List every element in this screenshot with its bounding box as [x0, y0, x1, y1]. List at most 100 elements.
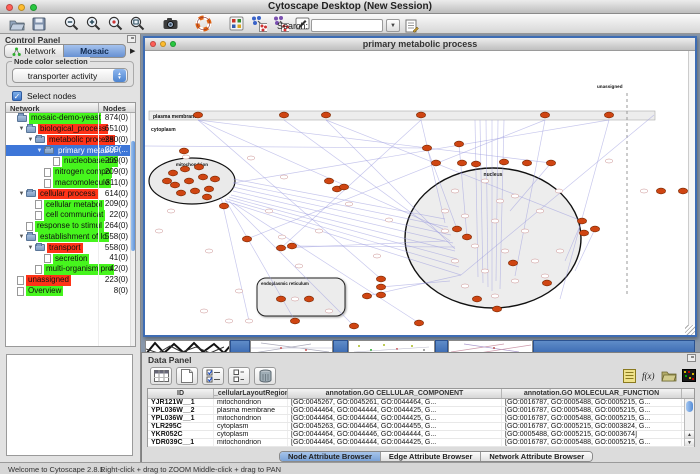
network-node-selected[interactable] — [242, 236, 251, 242]
network-node-selected[interactable] — [522, 160, 531, 166]
network-node-unselected[interactable] — [325, 309, 333, 313]
network-node-unselected[interactable] — [451, 189, 459, 193]
network-edge[interactable] — [198, 120, 443, 229]
network-node-unselected[interactable] — [225, 319, 233, 323]
tree-row[interactable]: macromolecule311(0) — [6, 178, 135, 189]
network-node-selected[interactable] — [219, 203, 228, 209]
tree-col-nodes[interactable]: Nodes — [103, 104, 126, 113]
table-row[interactable]: YKR052Ccytoplasm[GO:0044464, GO:0044446,… — [148, 431, 694, 439]
tree-row[interactable]: cell communicat22(0) — [6, 210, 135, 221]
network-node-unselected[interactable] — [491, 294, 499, 298]
network-node-selected[interactable] — [349, 323, 358, 329]
tree-row[interactable]: nucleobase-co209(0) — [6, 156, 135, 167]
network-node-unselected[interactable] — [461, 214, 469, 218]
network-node-unselected[interactable] — [451, 259, 459, 263]
table-row[interactable]: YPL036W__1mitochondrion[GO:0044464, GO:0… — [148, 415, 694, 423]
tab-overflow-arrow[interactable]: ▶ — [130, 47, 135, 55]
canvas-vertical-scrollbar[interactable] — [688, 51, 695, 335]
network-node-unselected[interactable] — [491, 219, 499, 223]
network-edge[interactable] — [233, 179, 445, 219]
network-node-selected[interactable] — [287, 243, 296, 249]
tree-row[interactable]: secretion41(0) — [6, 253, 135, 264]
window-resize-grip[interactable] — [685, 325, 695, 335]
network-node-selected[interactable] — [678, 188, 687, 194]
network-node-selected[interactable] — [204, 186, 213, 192]
network-node-selected[interactable] — [542, 280, 551, 286]
network-node-selected[interactable] — [422, 145, 431, 151]
network-node-selected[interactable] — [499, 159, 508, 165]
apply-layout-blue-icon[interactable] — [250, 15, 267, 32]
tree-row[interactable]: ▼metabolic process280(0) — [6, 135, 135, 146]
table-row[interactable]: YPL036W__2plasma membrane[GO:0044464, GO… — [148, 407, 694, 415]
network-node-unselected[interactable] — [167, 209, 175, 213]
network-node-unselected[interactable] — [265, 209, 273, 213]
network-node-selected[interactable] — [471, 161, 480, 167]
network-node-unselected[interactable] — [461, 284, 469, 288]
network-node-unselected[interactable] — [511, 279, 519, 283]
network-node-selected[interactable] — [184, 178, 193, 184]
network-node-unselected[interactable] — [295, 264, 303, 268]
attribute-checklist-button[interactable] — [202, 367, 224, 385]
tree-expand-arrow-icon[interactable]: ▼ — [17, 232, 26, 243]
network-node-selected[interactable] — [431, 160, 440, 166]
network-node-unselected[interactable] — [200, 309, 208, 313]
tree-scrollbar[interactable] — [130, 113, 135, 346]
tree-row[interactable]: unassigned223(0) — [6, 275, 135, 286]
network-node-unselected[interactable] — [640, 189, 648, 193]
table-column-header[interactable]: ID — [148, 389, 214, 398]
network-node-unselected[interactable] — [441, 229, 449, 233]
select-nodes-checkbox[interactable]: ✓ — [12, 91, 22, 101]
network-node-unselected[interactable] — [496, 199, 504, 203]
network-node-selected[interactable] — [362, 293, 371, 299]
network-node-unselected[interactable] — [441, 209, 449, 213]
network-view-window[interactable]: primary metabolic process plasma membran… — [143, 36, 697, 337]
network-node-selected[interactable] — [376, 292, 385, 298]
network-node-unselected[interactable] — [182, 155, 190, 159]
tree-expand-arrow-icon[interactable]: ▼ — [26, 243, 35, 254]
open-file-icon[interactable] — [8, 15, 25, 32]
tree-expand-arrow-icon[interactable]: ▼ — [17, 124, 26, 135]
network-node-selected[interactable] — [276, 245, 285, 251]
network-node-unselected[interactable] — [245, 319, 253, 323]
tab-node-attribute-browser[interactable]: Node Attribute Browser — [280, 452, 381, 461]
table-column-header[interactable]: annotation.GO CELLULAR_COMPONENT — [288, 389, 502, 398]
network-node-unselected[interactable] — [541, 274, 549, 278]
network-node-unselected[interactable] — [205, 249, 213, 253]
save-icon[interactable] — [30, 15, 47, 32]
network-node-selected[interactable] — [414, 320, 423, 326]
tree-row[interactable]: nitrogen compo209(0) — [6, 167, 135, 178]
network-node-selected[interactable] — [416, 112, 425, 118]
tree-row[interactable]: ▼establishment of lo558(0) — [6, 232, 135, 243]
network-node-unselected[interactable] — [501, 249, 509, 253]
help-lifesaver-icon[interactable] — [195, 15, 212, 32]
network-node-selected[interactable] — [472, 296, 481, 302]
network-node-unselected[interactable] — [536, 209, 544, 213]
tree-row[interactable]: Overview8(0) — [6, 286, 135, 297]
table-scrollbar[interactable]: ▲ ▼ — [684, 399, 694, 446]
tree-row[interactable]: ▼biological_process651(0) — [6, 124, 135, 135]
tree-expand-arrow-icon[interactable]: ▼ — [17, 189, 26, 200]
network-node-selected[interactable] — [376, 276, 385, 282]
delete-attribute-trash-button[interactable] — [254, 367, 276, 385]
network-node-selected[interactable] — [462, 234, 471, 240]
network-node-selected[interactable] — [508, 260, 517, 266]
network-node-selected[interactable] — [656, 188, 665, 194]
scroll-down-arrow[interactable]: ▼ — [685, 438, 694, 446]
network-window-titlebar[interactable]: primary metabolic process — [145, 38, 695, 51]
float-data-panel-icon[interactable] — [687, 354, 696, 362]
network-node-selected[interactable] — [210, 176, 219, 182]
import-folder-icon[interactable] — [661, 368, 677, 383]
network-node-unselected[interactable] — [235, 289, 243, 293]
network-node-unselected[interactable] — [481, 179, 489, 183]
snapshot-camera-icon[interactable] — [162, 15, 179, 32]
network-node-selected[interactable] — [339, 184, 348, 190]
network-node-unselected[interactable] — [605, 159, 613, 163]
tree-row[interactable]: ▼primary metabol209(... — [6, 145, 135, 156]
network-node-unselected[interactable] — [511, 194, 519, 198]
network-node-unselected[interactable] — [531, 259, 539, 263]
table-column-header[interactable]: annotation.GO MOLECULAR_FUNCTION — [502, 389, 682, 398]
tab-edge-attribute-browser[interactable]: Edge Attribute Browser — [381, 452, 481, 461]
zoom-fit-icon[interactable] — [129, 15, 146, 32]
zoom-out-icon[interactable] — [63, 15, 80, 32]
network-node-selected[interactable] — [324, 178, 333, 184]
